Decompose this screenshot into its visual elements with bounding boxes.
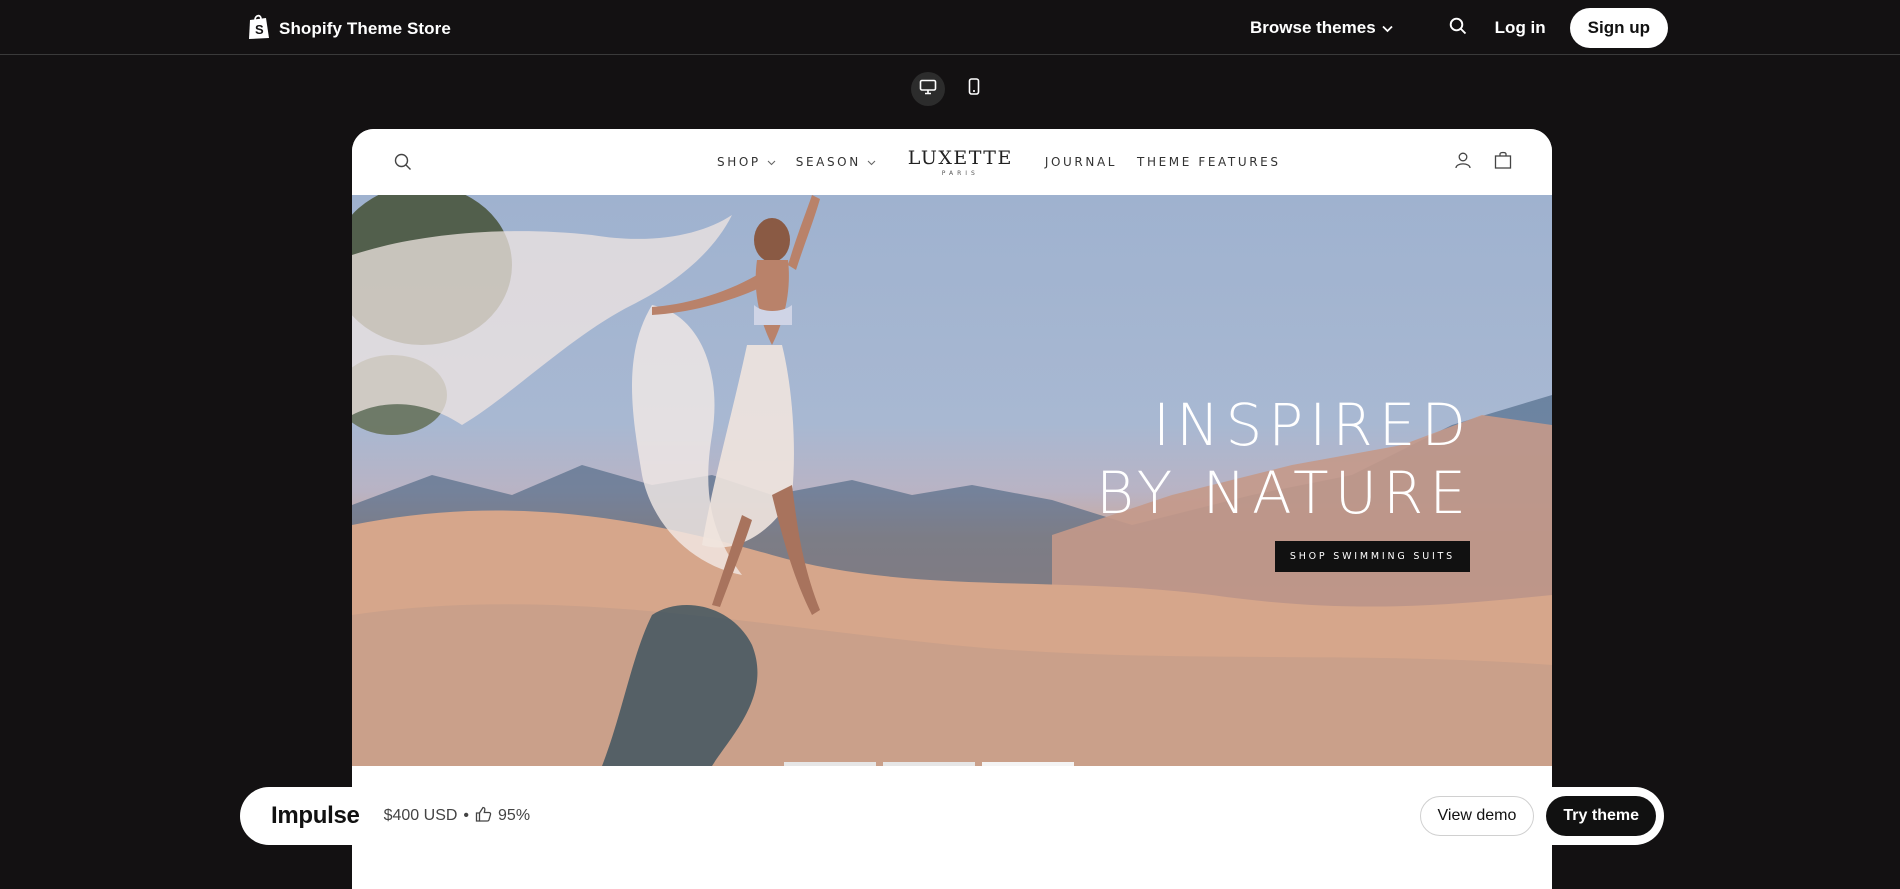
shop-swimming-suits-button[interactable]: SHOP SWIMMING SUITS <box>1274 541 1470 572</box>
view-demo-button[interactable]: View demo <box>1419 796 1535 836</box>
theme-actions: View demo Try theme <box>1419 796 1656 836</box>
browse-themes-label: Browse themes <box>1250 18 1376 37</box>
theme-preview-frame: SHOP SEASON LUXETTE PARIS JOURNAL THEME … <box>352 129 1552 889</box>
meta-separator: • <box>463 807 470 824</box>
store-logo-sub: PARIS <box>941 169 979 177</box>
store-nav-journal[interactable]: JOURNAL <box>1045 155 1117 169</box>
login-link[interactable]: Log in <box>1495 18 1546 38</box>
desktop-icon <box>919 79 937 100</box>
shopify-bag-icon: S <box>247 13 271 45</box>
account-icon[interactable] <box>1454 151 1472 174</box>
theme-price: $400 USD <box>383 807 458 824</box>
store-icons <box>1454 151 1512 174</box>
theme-info-bar: Impulse $400 USD • 95% View demo Try the… <box>240 787 1664 845</box>
mobile-preview-button[interactable] <box>957 72 991 106</box>
brand-name: Shopify Theme Store <box>279 19 451 38</box>
store-logo[interactable]: LUXETTE PARIS <box>908 148 1013 177</box>
hero-banner[interactable]: INSPIRED BY NATURE SHOP SWIMMING SUITS <box>352 195 1552 766</box>
theme-name: Impulse <box>271 802 360 829</box>
browse-themes-menu[interactable]: Browse themes <box>1250 18 1393 38</box>
hero-headline-line-1: INSPIRED <box>1153 391 1472 459</box>
store-nav-shop-label: SHOP <box>717 155 761 169</box>
cart-icon[interactable] <box>1494 151 1512 174</box>
signup-button[interactable]: Sign up <box>1569 8 1668 48</box>
brand-link[interactable]: S Shopify Theme Store <box>247 13 451 45</box>
mobile-icon <box>968 78 980 100</box>
device-toggle <box>911 72 991 106</box>
store-nav-shop[interactable]: SHOP <box>717 155 776 169</box>
nav-right: Browse themes Log in Sign up <box>1250 8 1668 48</box>
slide-indicator-1[interactable] <box>784 762 876 766</box>
desktop-preview-button[interactable] <box>911 72 945 106</box>
slide-indicator-2[interactable] <box>883 762 975 766</box>
search-icon <box>1449 17 1467 40</box>
slide-indicator-3[interactable] <box>982 762 1074 766</box>
top-navigation: S Shopify Theme Store Browse themes Log … <box>0 0 1900 55</box>
hero-headline-line-2: BY NATURE <box>1095 459 1472 527</box>
store-nav: SHOP SEASON LUXETTE PARIS JOURNAL THEME … <box>717 129 1281 195</box>
store-logo-main: LUXETTE <box>907 146 1013 169</box>
svg-text:S: S <box>255 22 264 37</box>
search-button[interactable] <box>1449 17 1467 40</box>
chevron-down-icon <box>867 155 876 169</box>
try-theme-button[interactable]: Try theme <box>1546 796 1656 836</box>
store-nav-season-label: SEASON <box>795 155 861 169</box>
store-nav-season[interactable]: SEASON <box>796 155 876 169</box>
theme-rating: 95% <box>498 807 531 824</box>
store-header: SHOP SEASON LUXETTE PARIS JOURNAL THEME … <box>352 129 1552 195</box>
chevron-down-icon <box>1382 18 1393 38</box>
hero-text: INSPIRED BY NATURE SHOP SWIMMING SUITS <box>1096 391 1472 572</box>
slide-indicators <box>784 762 1074 766</box>
theme-meta: $400 USD • 95% <box>384 806 530 827</box>
store-search-icon[interactable] <box>394 153 412 176</box>
store-nav-theme-features[interactable]: THEME FEATURES <box>1137 155 1281 169</box>
chevron-down-icon <box>767 155 776 169</box>
thumbs-up-icon <box>475 806 492 827</box>
